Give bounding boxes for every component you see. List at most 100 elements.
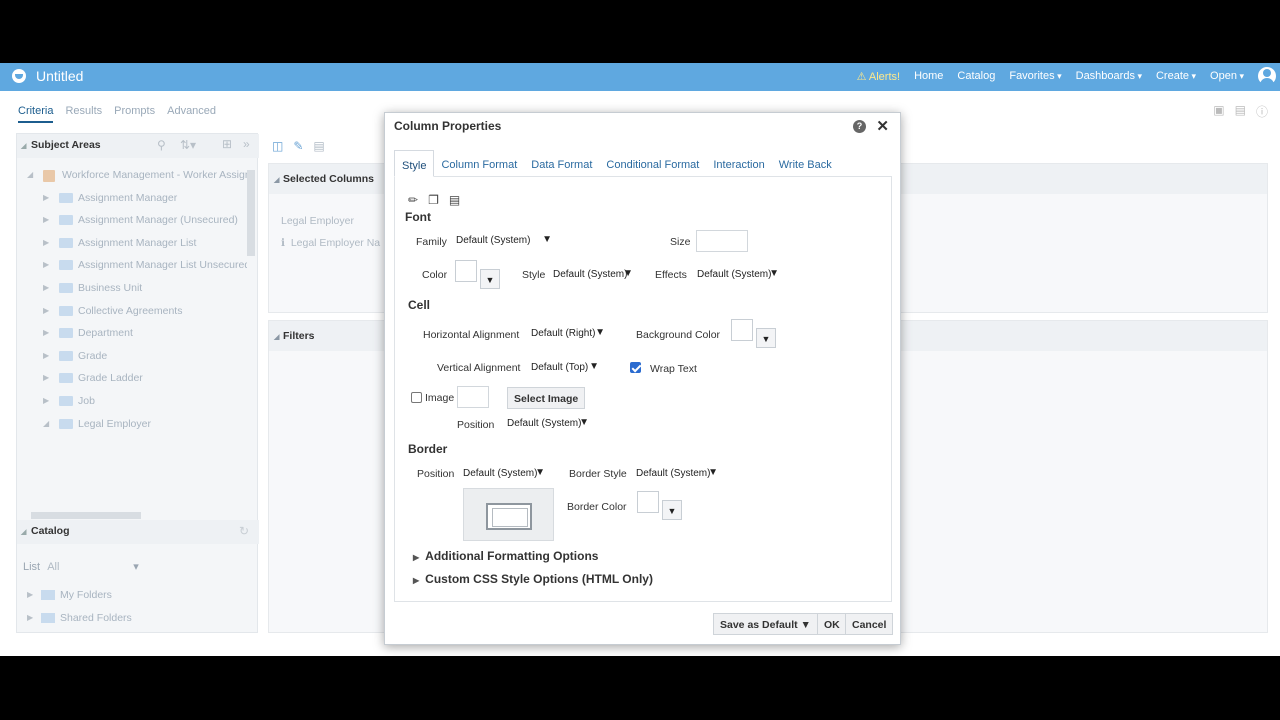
border-style-select[interactable]: Default (System) ▼ (634, 464, 720, 484)
expand-icon[interactable]: ▶ (43, 193, 49, 202)
catalog-folder[interactable]: ▶ Shared Folders (17, 609, 247, 631)
collapse-icon[interactable]: ◢ (274, 176, 279, 184)
sort-icon[interactable]: ⇅▾ (180, 138, 196, 152)
expand-icon[interactable]: ▶ (43, 351, 49, 360)
save-icon[interactable]: ▣ (1213, 103, 1224, 120)
additional-formatting-expander[interactable]: ▶ Additional Formatting Options (413, 549, 598, 563)
select-image-button[interactable]: Select Image (507, 387, 586, 409)
app-logo-icon[interactable] (12, 69, 26, 83)
border-color-swatch[interactable] (637, 491, 659, 513)
copy-icon[interactable]: ❐ (428, 193, 439, 207)
save-as-default-button[interactable]: Save as Default ▼ (713, 613, 818, 635)
collapse-icon[interactable]: ◢ (274, 333, 279, 341)
tab-conditional-format[interactable]: Conditional Format (599, 150, 706, 176)
catalog-folder[interactable]: ▶ My Folders (17, 586, 247, 608)
chevron-down-icon[interactable]: ▾ (133, 561, 139, 573)
ok-button[interactable]: OK (817, 613, 847, 635)
expand-icon[interactable]: ▶ (43, 328, 49, 337)
expand-icon[interactable]: ▶ (43, 215, 49, 224)
tree-item[interactable]: ▶ Business Unit (17, 279, 247, 302)
tree-item[interactable]: ◢ Legal Employer (17, 415, 247, 438)
report-title: Untitled (36, 68, 84, 84)
tab-prompts[interactable]: Prompts (114, 105, 155, 123)
wrap-text-checkbox[interactable] (630, 362, 641, 373)
collapse-icon[interactable]: ◢ (21, 142, 26, 150)
vertical-alignment-select[interactable]: Default (Top) ▼ (529, 358, 601, 378)
tab-advanced[interactable]: Advanced (167, 105, 216, 123)
selected-column[interactable]: ℹ Legal Employer Na (281, 237, 380, 249)
favorites-menu[interactable]: Favorites (1009, 70, 1061, 83)
column-icon[interactable]: ▤ (313, 139, 324, 153)
alerts-link[interactable]: ⚠ Alerts! (857, 70, 901, 83)
tree-root[interactable]: ◢ Workforce Management - Worker Assignm (17, 166, 247, 189)
horizontal-alignment-select[interactable]: Default (Right) ▼ (529, 324, 607, 344)
filter-icon[interactable]: ◫ (272, 139, 283, 153)
tree-item[interactable]: ▶ Assignment Manager List (17, 234, 247, 257)
image-position-select[interactable]: Default (System) ▼ (505, 414, 591, 434)
search-icon[interactable]: ⚲ (157, 138, 166, 152)
tab-criteria[interactable]: Criteria (18, 105, 54, 123)
expand-icon[interactable]: ▶ (43, 306, 49, 315)
font-effects-select[interactable]: Default (System) ▼ (695, 265, 781, 285)
tree-item[interactable]: ▶ Collective Agreements (17, 302, 247, 325)
expand-icon[interactable]: ▶ (43, 260, 49, 269)
help-icon[interactable]: ⓘ (1256, 103, 1268, 120)
tree-item[interactable]: ▶ Grade (17, 347, 247, 370)
tab-style[interactable]: Style (394, 150, 435, 177)
border-color-dropdown[interactable]: ▼ (662, 500, 682, 520)
font-color-swatch[interactable] (455, 260, 477, 282)
image-checkbox[interactable] (411, 392, 422, 403)
expand-icon[interactable]: ▶ (43, 373, 49, 382)
open-menu[interactable]: Open (1210, 70, 1244, 83)
tree-item[interactable]: ▶ Assignment Manager List Unsecured (17, 256, 247, 279)
dashboards-menu[interactable]: Dashboards (1076, 70, 1142, 83)
expand-icon[interactable]: ▶ (43, 396, 49, 405)
font-color-dropdown[interactable]: ▼ (480, 269, 500, 289)
expand-icon[interactable]: ◢ (43, 419, 49, 428)
font-style-select[interactable]: Default (System) ▼ (551, 265, 635, 285)
home-link[interactable]: Home (914, 70, 943, 83)
tab-data-format[interactable]: Data Format (524, 150, 599, 176)
tree-horizontal-scrollbar[interactable] (31, 512, 141, 519)
tree-vertical-scrollbar[interactable] (247, 170, 255, 256)
font-family-select[interactable]: Default (System) ▼ (454, 231, 554, 251)
custom-css-expander[interactable]: ▶ Custom CSS Style Options (HTML Only) (413, 572, 653, 586)
list-select[interactable]: All (47, 561, 133, 573)
expand-icon[interactable]: ▶ (43, 283, 49, 292)
user-avatar-icon[interactable] (1256, 65, 1278, 87)
column-info-icon[interactable]: ℹ (281, 237, 291, 249)
border-preview[interactable] (463, 488, 554, 541)
tab-column-format[interactable]: Column Format (434, 150, 524, 176)
tree-item[interactable]: ▶ Department (17, 324, 247, 347)
tree-item[interactable]: ▶ Grade Ladder (17, 369, 247, 392)
expand-icon[interactable]: ▶ (27, 590, 33, 599)
close-icon[interactable]: ✕ (876, 117, 889, 135)
background-color-swatch[interactable] (731, 319, 753, 341)
background-color-dropdown[interactable]: ▼ (756, 328, 776, 348)
font-size-input[interactable] (696, 230, 748, 252)
tree-item[interactable]: ▶ Assignment Manager (17, 189, 247, 212)
color-label: Color (422, 269, 448, 281)
clear-format-icon[interactable]: ✏ (408, 193, 418, 207)
save-as-icon[interactable]: ▤ (1235, 103, 1246, 120)
tree-item[interactable]: ▶ Assignment Manager (Unsecured) (17, 211, 247, 234)
catalog-link[interactable]: Catalog (957, 70, 995, 83)
tab-interaction[interactable]: Interaction (706, 150, 771, 176)
refresh-icon[interactable]: ↻ (239, 524, 249, 538)
help-icon[interactable]: ? (853, 120, 866, 133)
tree-item[interactable]: ▶ Job (17, 392, 247, 415)
expand-icon[interactable]: ▶ (27, 613, 33, 622)
cancel-button[interactable]: Cancel (845, 613, 894, 635)
expand-all-icon[interactable]: ⊞ (222, 137, 232, 151)
edit-formula-icon[interactable]: ✎ (293, 139, 303, 153)
tab-results[interactable]: Results (65, 105, 102, 123)
expand-icon[interactable]: ▶ (43, 238, 49, 247)
expand-icon[interactable]: ◢ (27, 170, 33, 179)
collapse-icon[interactable]: ◢ (21, 528, 26, 536)
tab-write-back[interactable]: Write Back (772, 150, 839, 176)
cell-section-title: Cell (408, 298, 431, 312)
create-menu[interactable]: Create (1156, 70, 1196, 83)
paste-icon[interactable]: ▤ (449, 193, 460, 207)
border-position-select[interactable]: Default (System) ▼ (461, 464, 547, 484)
double-chevron-right-icon[interactable]: » (243, 137, 250, 151)
